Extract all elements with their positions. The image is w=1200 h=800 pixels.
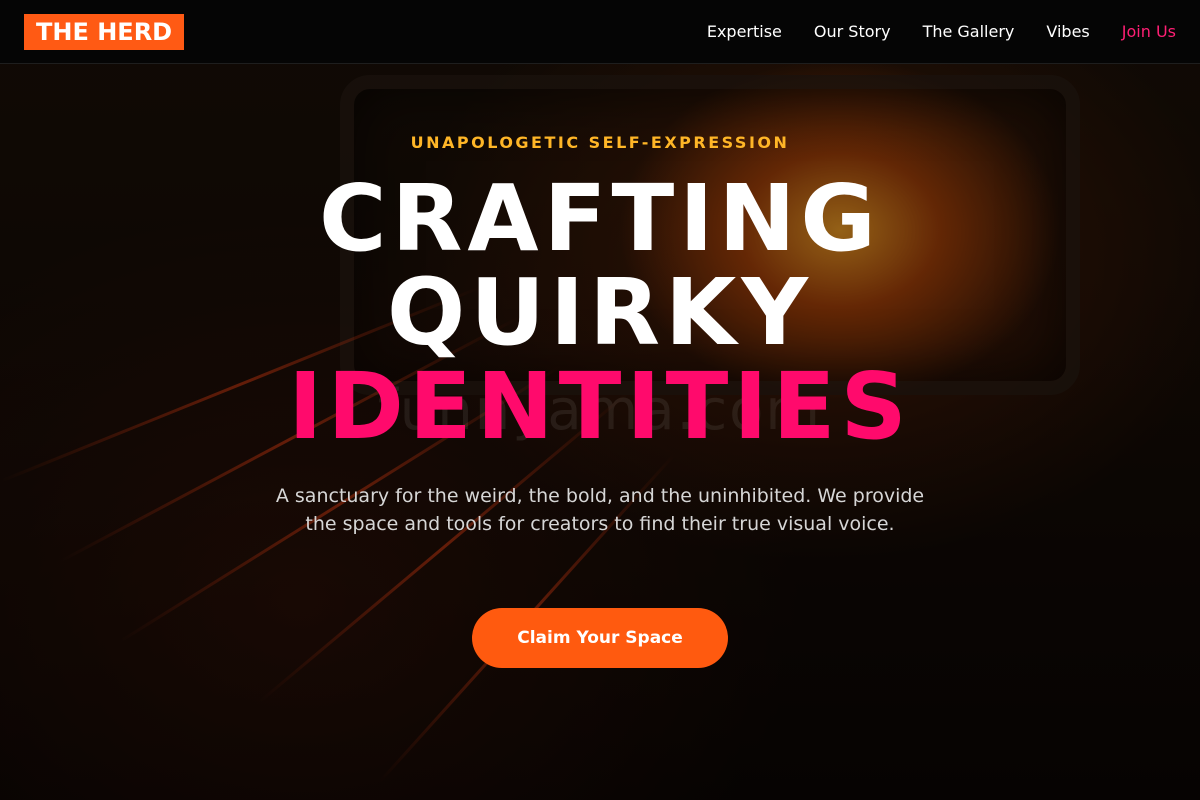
headline-line-quirky: QUIRKY xyxy=(387,259,813,366)
hero-headline: CRAFTING QUIRKY IDENTITIES xyxy=(0,172,1200,454)
main-nav: Expertise Our Story The Gallery Vibes Jo… xyxy=(707,22,1176,41)
nav-link-join-us[interactable]: Join Us xyxy=(1122,22,1176,41)
headline-line-identities: IDENTITIES xyxy=(288,353,912,460)
claim-your-space-button[interactable]: Claim Your Space xyxy=(472,608,728,668)
nav-link-expertise[interactable]: Expertise xyxy=(707,22,782,41)
site-header: THE HERD Expertise Our Story The Gallery… xyxy=(0,0,1200,64)
nav-link-gallery[interactable]: The Gallery xyxy=(923,22,1015,41)
headline-line-crafting: CRAFTING xyxy=(319,165,881,272)
nav-link-vibes[interactable]: Vibes xyxy=(1046,22,1089,41)
hero-section: UNAPOLOGETIC SELF-EXPRESSION CRAFTING QU… xyxy=(0,64,1200,800)
hero-eyebrow: UNAPOLOGETIC SELF-EXPRESSION xyxy=(410,133,790,152)
nav-link-our-story[interactable]: Our Story xyxy=(814,22,891,41)
hero-tagline: A sanctuary for the weird, the bold, and… xyxy=(275,485,925,535)
brand-logo[interactable]: THE HERD xyxy=(24,13,185,50)
